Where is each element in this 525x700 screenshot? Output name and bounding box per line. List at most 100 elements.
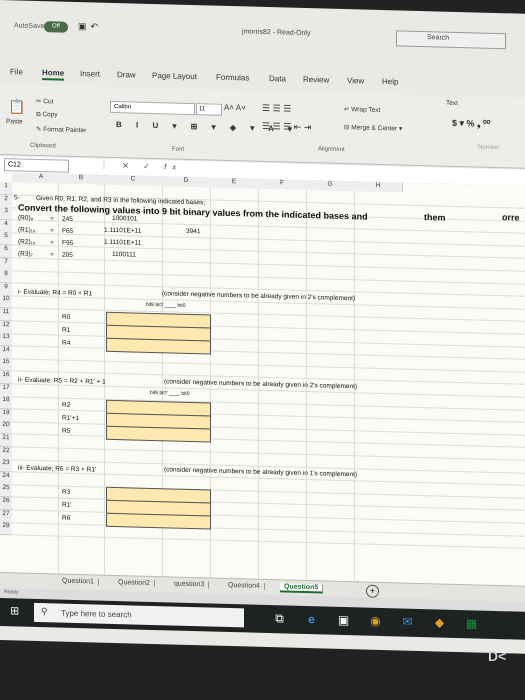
row-header[interactable]: 4	[0, 219, 12, 234]
row-header[interactable]: 2	[0, 194, 12, 208]
tab-help[interactable]: Help	[382, 77, 398, 86]
merge-center-button[interactable]: ⊟ Merge & Center ▾	[344, 123, 402, 133]
cell-c10[interactable]: bit8 bit7 ____ bit0	[146, 302, 185, 309]
save-icon[interactable]: ▣	[78, 21, 91, 31]
row-header[interactable]: 21	[0, 434, 12, 448]
font-name-select[interactable]: Calibri	[110, 100, 195, 116]
row-header[interactable]: 14	[0, 345, 12, 360]
tab-file[interactable]: File	[10, 67, 23, 76]
cell-d4[interactable]: 3941	[186, 228, 200, 235]
cell-a3[interactable]: (R0)₈	[18, 214, 33, 221]
sheet-tab-question2[interactable]: Question2	[114, 578, 155, 588]
row-header[interactable]: 20	[0, 421, 12, 435]
cell-a6[interactable]: (R3)₇	[18, 250, 33, 257]
column-header-c[interactable]: C	[104, 174, 163, 187]
column-header-b[interactable]: B	[58, 173, 105, 185]
row-header[interactable]: 28	[0, 522, 12, 536]
autosave-toggle[interactable]: Off	[44, 21, 68, 33]
cell-a1[interactable]: 5-	[14, 194, 20, 201]
paste-button[interactable]: Paste	[6, 118, 23, 125]
cell-b20[interactable]: R5	[62, 428, 70, 435]
row-header[interactable]: 15	[0, 358, 12, 372]
name-box[interactable]: C12	[4, 158, 69, 173]
cell-b11[interactable]: R0	[62, 314, 70, 321]
cell-b5[interactable]: F95	[62, 240, 73, 247]
cell-c6[interactable]: 1100111	[112, 251, 136, 259]
row-header[interactable]: 18	[0, 396, 12, 410]
app-icon[interactable]: ◆	[432, 615, 447, 630]
row-header[interactable]: 6	[0, 245, 12, 259]
cell-a3-eq[interactable]: =	[50, 215, 54, 222]
align-top-icon[interactable]: ☰ ☰ ☰	[262, 103, 291, 115]
row-header[interactable]: 10	[0, 295, 12, 309]
windows-start-icon[interactable]: ⊞	[10, 605, 21, 617]
cell-a5-eq[interactable]: =	[50, 239, 54, 246]
column-header-f[interactable]: F	[258, 178, 307, 191]
task-view-icon[interactable]: ⧉	[272, 611, 287, 626]
formula-buttons[interactable]: ⋮ ✕ ✓ fx	[100, 161, 182, 172]
row-header[interactable]: 24	[0, 471, 12, 486]
cut-button[interactable]: ✂ Cut	[36, 97, 53, 105]
wrap-text-button[interactable]: ↵ Wrap Text	[344, 105, 380, 114]
row-header[interactable]: 13	[0, 333, 12, 347]
sheet-tab-question1[interactable]: Question1	[58, 577, 99, 586]
cell-a5[interactable]: (R2)₁₆	[18, 238, 35, 245]
cell-b26[interactable]: R1'	[62, 502, 72, 509]
cell-b27[interactable]: R6	[62, 515, 70, 522]
row-header[interactable]: 12	[0, 320, 12, 334]
cell-c3[interactable]: 1000101	[112, 215, 137, 223]
tab-home[interactable]: Home	[42, 68, 65, 81]
tab-data[interactable]: Data	[269, 74, 286, 83]
search-box[interactable]: Search	[396, 30, 506, 50]
row-header[interactable]: 1	[0, 182, 12, 196]
cell-b3[interactable]: 245	[62, 216, 73, 223]
edge-icon[interactable]: e	[304, 612, 319, 627]
mail-icon[interactable]: ✉	[400, 614, 415, 629]
cell-b12[interactable]: R1	[62, 327, 70, 334]
cell-b13[interactable]: R4	[62, 340, 70, 347]
row-header[interactable]: 8	[0, 270, 12, 284]
font-size-grow-icon[interactable]: A˄ A˅	[224, 103, 246, 113]
tab-view[interactable]: View	[347, 76, 364, 85]
tab-draw[interactable]: Draw	[117, 70, 136, 79]
answer-box-r4[interactable]	[106, 337, 211, 355]
cell-a4-eq[interactable]: =	[50, 227, 54, 234]
row-header[interactable]: 23	[0, 459, 12, 473]
row-header[interactable]: 27	[0, 509, 12, 523]
cell-b18[interactable]: R2	[62, 402, 70, 409]
cell-c5[interactable]: 1.11101E+11	[104, 239, 141, 247]
format-painter-button[interactable]: ✎ Format Painter	[36, 125, 86, 134]
cell-c17[interactable]: bit8 bit7 ____ bit0	[150, 390, 189, 397]
font-size-select[interactable]: 11	[196, 103, 222, 116]
cell-far-right[interactable]: orre	[502, 212, 520, 222]
column-header-h[interactable]: H	[354, 181, 403, 193]
cell-b6[interactable]: 205	[62, 252, 73, 259]
undo-icon[interactable]: ↶	[91, 21, 103, 31]
cell-a4[interactable]: (R1)₁₆	[18, 226, 35, 233]
row-header[interactable]: 26	[0, 497, 12, 511]
answer-box-r6[interactable]	[106, 512, 211, 530]
tab-insert[interactable]: Insert	[80, 69, 100, 79]
column-header-a[interactable]: A	[24, 172, 59, 184]
row-header[interactable]: 16	[0, 371, 12, 385]
answer-box-r5[interactable]	[106, 425, 211, 443]
cell-c4[interactable]: 1.11101E+11	[104, 227, 141, 235]
row-header[interactable]: 22	[0, 446, 12, 460]
copy-button[interactable]: ⧉ Copy	[36, 111, 58, 120]
sheet-tab-question4[interactable]: Question4	[224, 581, 265, 590]
column-header-d[interactable]: D	[162, 176, 211, 188]
currency-percent-icons[interactable]: $ ▾ % ❟ ⁰⁰	[452, 118, 490, 130]
row-header[interactable]: 25	[0, 484, 12, 498]
cell-b25[interactable]: R3	[62, 489, 70, 496]
taskbar-search[interactable]: ⚲ Type here to search	[34, 602, 244, 628]
sheet-tab-question5[interactable]: Question5	[280, 583, 324, 594]
row-header[interactable]: 9	[0, 282, 12, 297]
align-left-icon[interactable]: ☰ ☰ ☰ ⇤ ⇥	[262, 121, 311, 133]
store-icon[interactable]: ▣	[336, 613, 351, 628]
paste-icon[interactable]: 📋	[8, 98, 25, 115]
row-header[interactable]: 5	[0, 232, 12, 246]
number-format-select[interactable]: Text	[446, 100, 458, 107]
cell-b4[interactable]: F65	[62, 228, 73, 235]
tab-formulas[interactable]: Formulas	[216, 73, 249, 83]
column-header-e[interactable]: E	[210, 177, 259, 189]
